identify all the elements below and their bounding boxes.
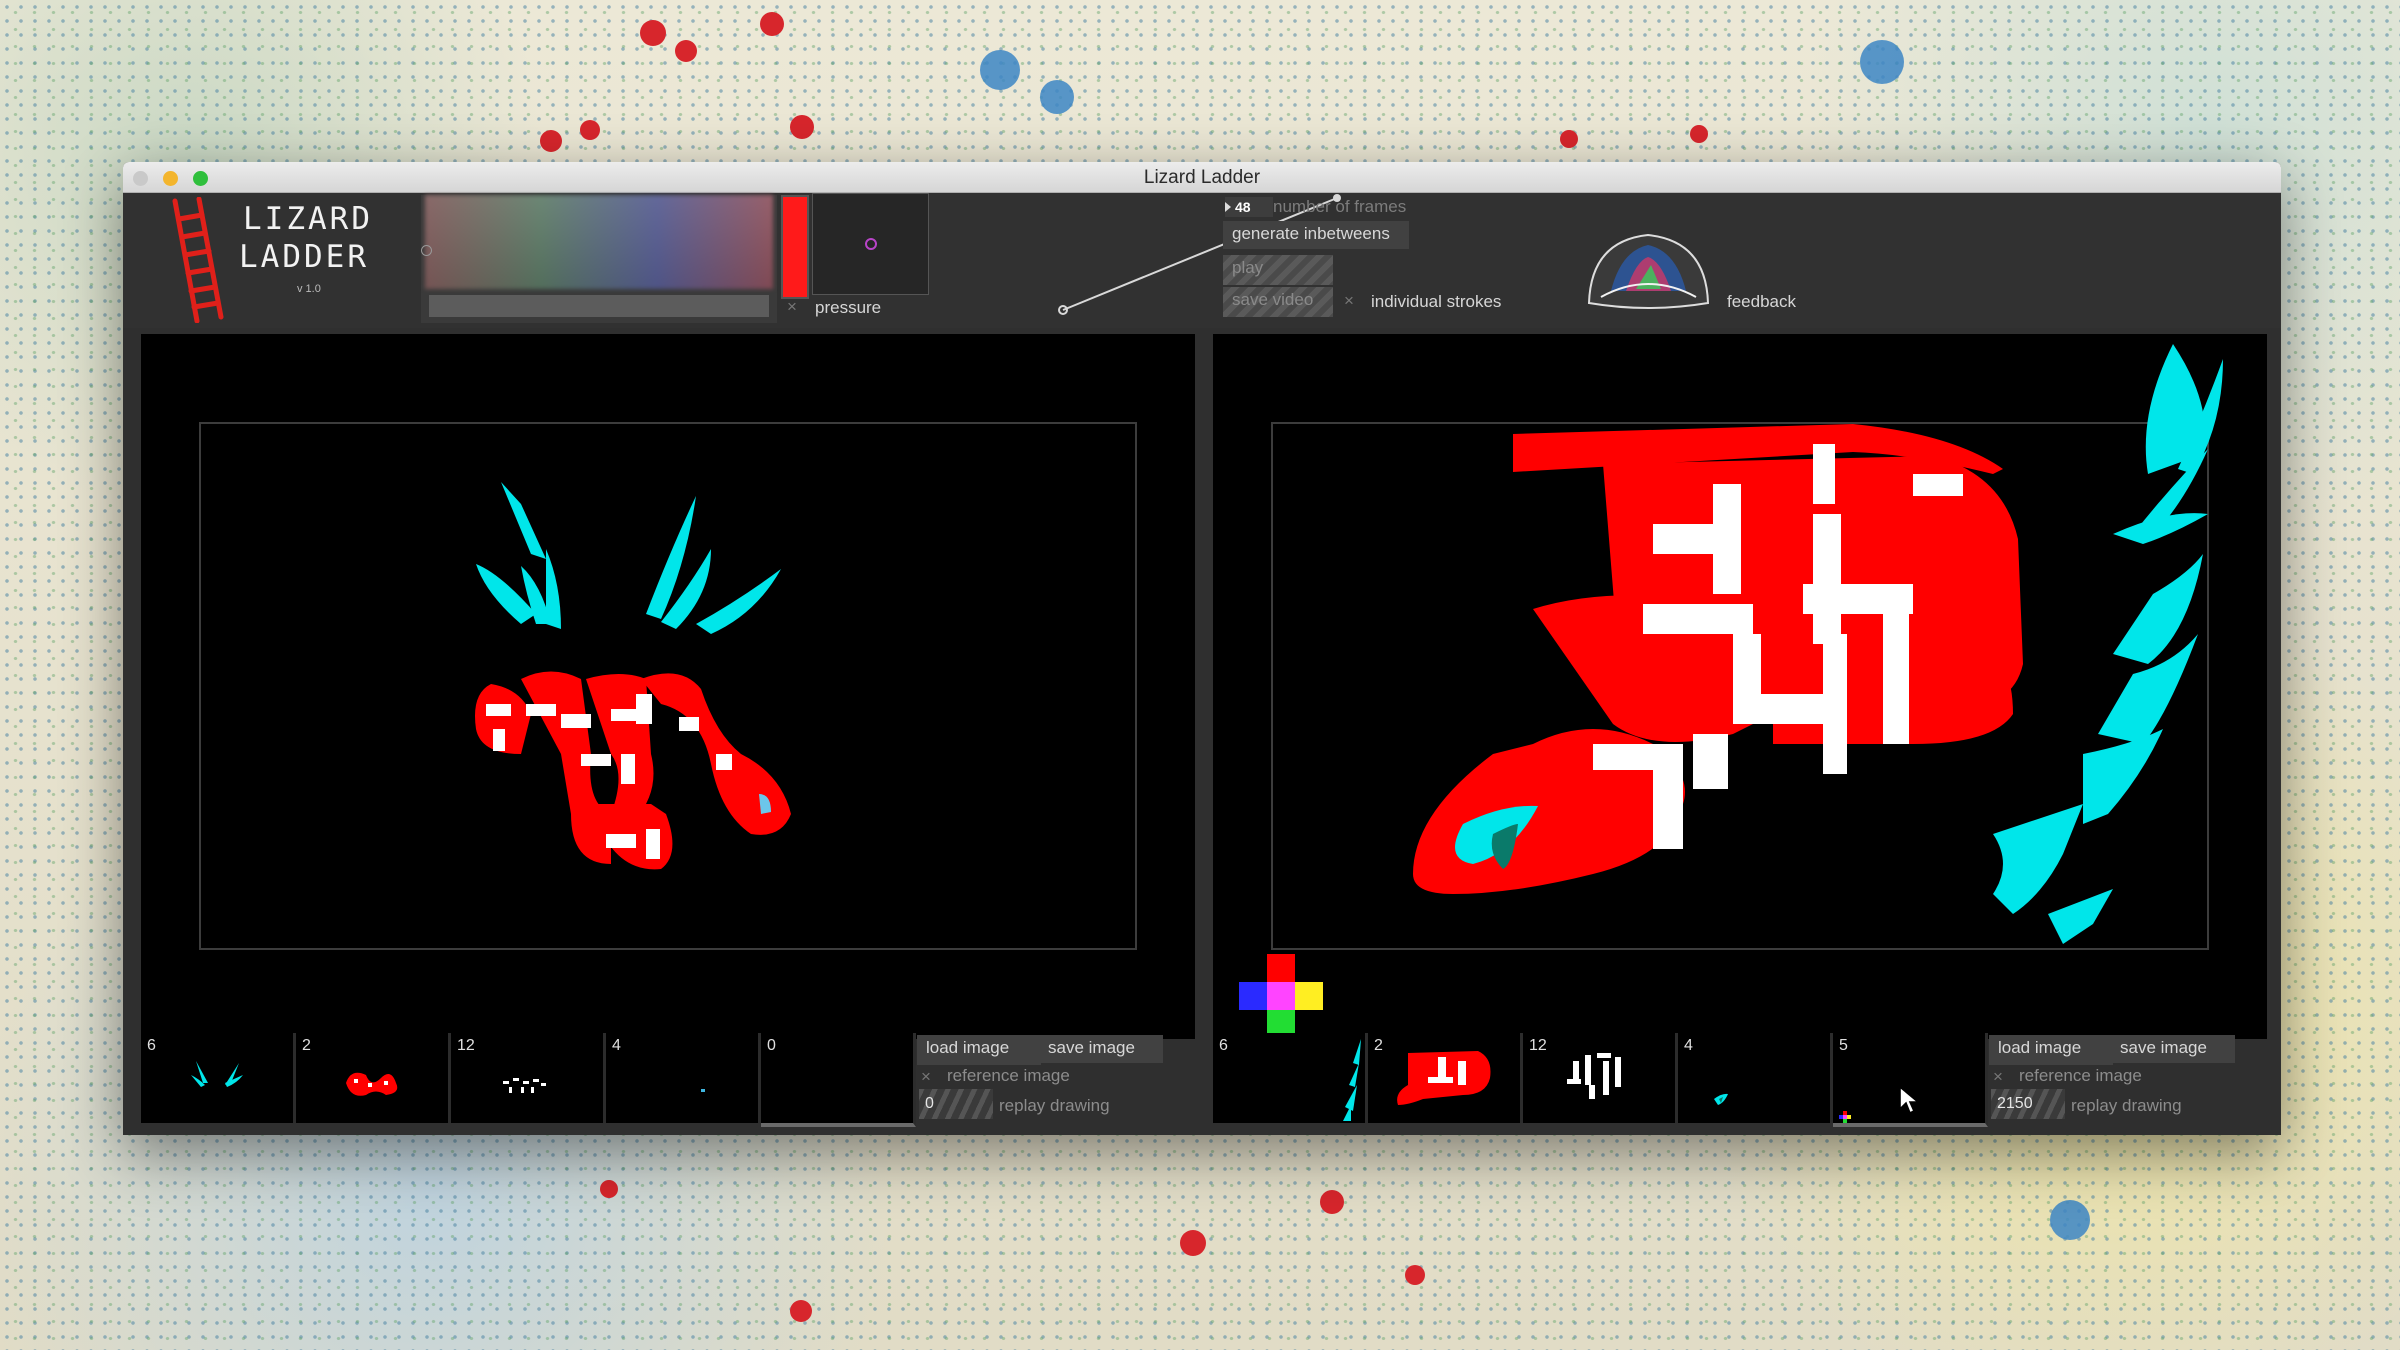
stroke-group-thumb[interactable]: 12 (1523, 1033, 1678, 1123)
stroke-count: 2 (1374, 1037, 1383, 1054)
stroke-group-strip-left: 6 2 12 4 0 load image save image × refer… (141, 1033, 1195, 1127)
image-controls-right: load image save image × reference image … (1989, 1033, 2267, 1123)
stroke-count: 6 (147, 1037, 156, 1054)
stroke-group-thumb[interactable]: 12 (451, 1033, 606, 1123)
stroke-group-thumb[interactable]: 4 (606, 1033, 761, 1123)
stroke-group-thumb[interactable]: 2 (1368, 1033, 1523, 1123)
stroke-count: 12 (457, 1037, 475, 1054)
pressure-pad[interactable] (812, 193, 929, 295)
replay-drawing-label: replay drawing (999, 1096, 1110, 1115)
image-controls-left: load image save image × reference image … (917, 1033, 1195, 1123)
load-image-button[interactable]: load image (1989, 1035, 2113, 1065)
number-of-frames-label: number of frames (1273, 197, 1407, 216)
stroke-count: 4 (612, 1037, 621, 1054)
individual-strokes-label: individual strokes (1371, 292, 1502, 311)
ladder-icon (172, 197, 224, 323)
save-image-button[interactable]: save image (1039, 1035, 1163, 1063)
stroke-group-thumb[interactable]: 0 (761, 1033, 916, 1127)
stroke-group-thumb[interactable]: 6 (1213, 1033, 1368, 1123)
app-window: Lizard Ladder LIZARD LADDER v 1.0 × pres… (123, 162, 2281, 1135)
generate-inbetweens-button[interactable]: generate inbetweens (1223, 221, 1409, 249)
snake-drawing-small (475, 482, 791, 870)
drawing-canvas-right[interactable] (1213, 334, 2267, 1039)
stroke-count: 12 (1529, 1037, 1547, 1054)
individual-strokes-toggle[interactable]: × (1344, 291, 1354, 311)
save-image-button[interactable]: save image (2111, 1035, 2235, 1063)
mouse-pointer-icon (1899, 1085, 1920, 1115)
current-color-swatch[interactable] (781, 195, 809, 299)
app-logo: LIZARD LADDER v 1.0 (155, 197, 445, 323)
brightness-slider[interactable] (429, 295, 769, 317)
pressure-label: pressure (815, 298, 882, 317)
title-bar[interactable]: Lizard Ladder (123, 162, 2281, 193)
replay-drawing-slider[interactable]: 0 (919, 1089, 993, 1119)
stroke-group-thumb[interactable]: 2 (296, 1033, 451, 1123)
load-image-button[interactable]: load image (917, 1035, 1041, 1065)
stroke-group-thumb[interactable]: 6 (141, 1033, 296, 1123)
reference-image-toggle[interactable]: × (921, 1067, 931, 1087)
palette-handle[interactable] (421, 245, 432, 256)
reference-image-label: reference image (947, 1066, 1070, 1085)
stroke-group-strip-right: 6 2 12 4 5 load image save image × refer… (1213, 1033, 2267, 1127)
feedback-label: feedback (1727, 292, 1796, 311)
color-cross-indicator (1239, 954, 1323, 1038)
logo-text-line1: LIZARD (243, 201, 373, 237)
save-video-button[interactable]: save video (1223, 287, 1333, 317)
color-palette[interactable] (421, 195, 777, 323)
stroke-count: 0 (767, 1037, 776, 1054)
logo-text-line2: LADDER (239, 239, 369, 275)
reference-image-toggle[interactable]: × (1993, 1067, 2003, 1087)
number-of-frames-input[interactable]: 48 (1225, 197, 1273, 217)
version-label: v 1.0 (297, 283, 321, 295)
feedback-preview[interactable] (1581, 231, 1716, 311)
pressure-indicator (865, 238, 877, 250)
window-title: Lizard Ladder (1143, 167, 1261, 188)
play-button[interactable]: play (1223, 255, 1333, 285)
reference-image-label: reference image (2019, 1066, 2142, 1085)
stroke-count: 4 (1684, 1037, 1693, 1054)
snake-drawing-large (1239, 344, 2223, 1038)
replay-drawing-slider[interactable]: 2150 (1991, 1089, 2065, 1119)
color-gradient-picker[interactable] (425, 195, 773, 289)
drawing-canvas-left[interactable] (141, 334, 1195, 1039)
stroke-count: 5 (1839, 1037, 1848, 1054)
stroke-group-thumb[interactable]: 4 (1678, 1033, 1833, 1123)
pressure-toggle[interactable]: × (787, 297, 797, 317)
stroke-count: 2 (302, 1037, 311, 1054)
stroke-count: 6 (1219, 1037, 1228, 1054)
toolbar: LIZARD LADDER v 1.0 × pressure 48 number… (123, 193, 2281, 328)
replay-drawing-label: replay drawing (2071, 1096, 2182, 1115)
